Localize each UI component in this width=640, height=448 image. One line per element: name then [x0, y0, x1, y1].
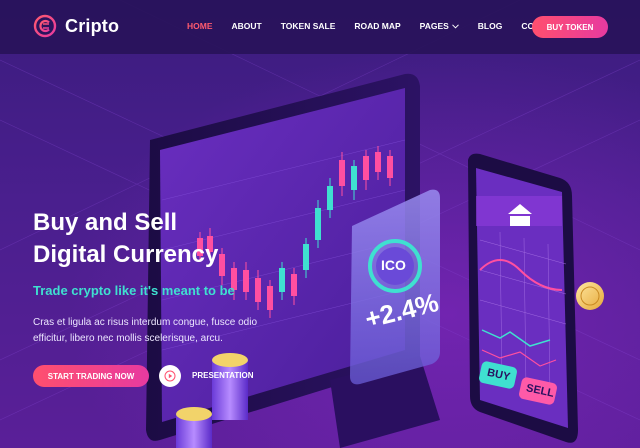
presentation-link[interactable]: PRESENTATION [192, 371, 253, 380]
hero-title-line-1: Buy and Sell [33, 209, 178, 236]
nav-pages[interactable]: PAGES [420, 21, 459, 31]
chevron-down-icon [451, 23, 459, 29]
play-button[interactable] [159, 365, 181, 387]
hero-title-line-2: Digital Currency [33, 241, 219, 268]
hero-title: Buy and Sell Digital Currency [33, 207, 293, 271]
nav-road-map[interactable]: ROAD MAP [354, 21, 400, 31]
nav-pages-label: PAGES [419, 21, 449, 31]
hero-subtitle: Trade crypto like it's meant to be [33, 283, 235, 298]
nav-blog[interactable]: BLOG [478, 21, 503, 31]
nav-token-sale[interactable]: TOKEN SALE [281, 21, 336, 31]
brand-logo[interactable]: Cripto [33, 14, 119, 38]
hero-description: Cras et ligula ac risus interdum congue,… [33, 317, 258, 344]
start-trading-button[interactable]: START TRADING NOW [33, 365, 149, 387]
nav-about[interactable]: ABOUT [232, 21, 262, 31]
main-menu: HOME ABOUT TOKEN SALE ROAD MAP PAGES BLO… [187, 21, 581, 31]
brand-name: Cripto [65, 15, 120, 36]
buy-token-button[interactable]: BUY TOKEN [532, 16, 608, 38]
logo-icon [33, 14, 57, 38]
phone-graphic [468, 153, 578, 443]
nav-home[interactable]: HOME [187, 21, 213, 31]
play-icon [164, 370, 176, 382]
top-navbar: Cripto HOME ABOUT TOKEN SALE ROAD MAP PA… [0, 0, 640, 54]
ico-label: ICO [381, 257, 406, 273]
